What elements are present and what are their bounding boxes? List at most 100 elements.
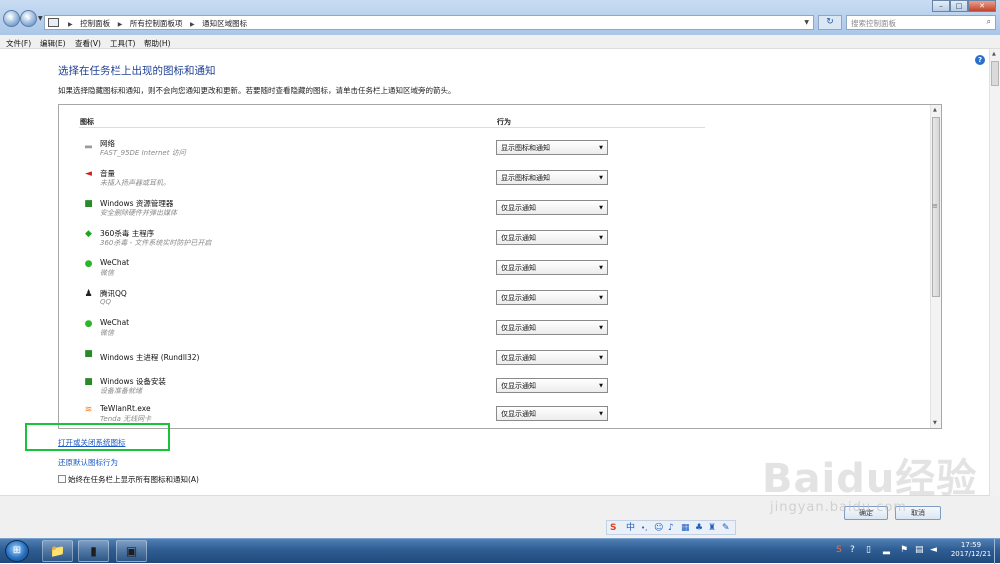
chevron-down-icon: ▼ (599, 235, 603, 241)
sogou-icon[interactable]: S (610, 522, 616, 534)
item-name: WeChat (100, 258, 130, 267)
menu-file[interactable]: 文件(F) (6, 38, 31, 49)
item-description: FAST_95DE Internet 访问 (100, 149, 186, 157)
history-dropdown-icon[interactable]: ▼ (38, 15, 43, 22)
page-title: 选择在任务栏上出现的图标和通知 (58, 65, 216, 77)
control-panel-taskbar-icon[interactable]: ▣ (116, 540, 147, 562)
breadcrumb-notification-icons[interactable]: 通知区域图标 (202, 19, 247, 28)
chevron-right-icon[interactable]: ▶ (118, 21, 123, 28)
network-tray-icon[interactable]: ▂ (883, 545, 890, 556)
page-scrollbar[interactable]: ▲ (989, 49, 1000, 504)
sogou-tray-icon[interactable]: S (836, 545, 842, 556)
scroll-grip-icon: ≡ (932, 202, 938, 210)
menu-view[interactable]: 查看(V) (75, 38, 101, 49)
safely-remove-icon: ■ (84, 199, 93, 209)
explorer-taskbar-icon[interactable]: 📁 (42, 540, 73, 562)
behavior-dropdown[interactable]: 仅显示通知 ▼ (496, 290, 608, 305)
scroll-up-icon[interactable]: ▲ (933, 107, 937, 113)
security-tray-icon[interactable]: ⚑ (900, 545, 908, 556)
address-dropdown-icon[interactable]: ▼ (804, 19, 809, 26)
maximize-button[interactable]: □ (950, 0, 968, 12)
volume-tray-icon[interactable]: ◄ (930, 545, 937, 556)
menu-help[interactable]: 帮助(H) (144, 38, 171, 49)
baidu-watermark-url: jingyan.baidu.com (770, 500, 907, 515)
baidu-watermark: Baidu经验 (762, 456, 978, 502)
refresh-button[interactable]: ↻ (818, 15, 842, 30)
help-tray-icon[interactable]: ? (850, 545, 855, 556)
taskbar: ⊞ 📁 ▮ ▣ S ? ▯ ▂ ⚑ ▤ ◄ 17:59 2017/12/21 (0, 538, 1000, 564)
scroll-up-icon[interactable]: ▲ (992, 51, 996, 57)
close-button[interactable]: ✕ (968, 0, 996, 12)
chevron-down-icon: ▼ (599, 355, 603, 361)
behavior-value: 仅显示通知 (501, 204, 536, 212)
behavior-dropdown[interactable]: 显示图标和通知 ▼ (496, 140, 608, 155)
restore-defaults-link[interactable]: 还原默认图标行为 (58, 457, 118, 468)
ime-chinese-mode-icon[interactable]: 中 (626, 522, 635, 534)
menu-edit[interactable]: 编辑(E) (40, 38, 66, 49)
minimize-button[interactable]: – (932, 0, 950, 12)
microphone-icon[interactable]: ♪ (668, 522, 674, 534)
skin-icon[interactable]: ♜ (708, 522, 716, 534)
behavior-dropdown[interactable]: 仅显示通知 ▼ (496, 200, 608, 215)
always-show-label[interactable]: 始终在任务栏上显示所有图标和通知(A) (68, 474, 199, 485)
behavior-value: 仅显示通知 (501, 410, 536, 418)
behavior-value: 仅显示通知 (501, 382, 536, 390)
start-button[interactable]: ⊞ (5, 540, 29, 562)
scroll-down-icon[interactable]: ▼ (933, 420, 937, 426)
network-icon: ▂ (85, 139, 92, 149)
list-item: ♟ 腾讯QQ QQ 仅显示通知 ▼ (79, 285, 639, 313)
computer-taskbar-icon[interactable]: ▮ (78, 540, 109, 562)
toolbox-icon[interactable]: ♣ (695, 522, 703, 534)
ime-toolbar: S 中 •, ☺ ♪ ▦ ♣ ♜ ✎ (606, 520, 736, 535)
behavior-dropdown[interactable]: 仅显示通知 ▼ (496, 260, 608, 275)
page-description: 如果选择隐藏图标和通知，则不会向您通知更改和更新。若要随时查看隐藏的图标，请单击… (58, 86, 456, 95)
wechat-icon: ● (84, 259, 93, 269)
behavior-dropdown[interactable]: 仅显示通知 ▼ (496, 320, 608, 335)
column-header-icons: 图标 (80, 118, 94, 126)
title-bar: ‹ › ▼ ▶ 控制面板 ▶ 所有控制面板项 ▶ 通知区域图标 ▼ ↻ 搜索控制… (0, 0, 1000, 35)
search-icon[interactable]: ⌕ (987, 17, 991, 27)
wrench-icon[interactable]: ✎ (722, 522, 730, 534)
rundll-icon: ■ (84, 349, 93, 359)
chevron-down-icon: ▼ (599, 145, 603, 151)
chevron-down-icon: ▼ (599, 295, 603, 301)
back-button[interactable]: ‹ (3, 10, 20, 27)
behavior-dropdown[interactable]: 仅显示通知 ▼ (496, 350, 608, 365)
breadcrumb-control-panel[interactable]: 控制面板 (80, 19, 110, 28)
column-header: 图标 行为 (79, 116, 705, 128)
column-header-behavior: 行为 (497, 118, 511, 126)
chevron-right-icon[interactable]: ▶ (190, 21, 195, 28)
behavior-dropdown[interactable]: 仅显示通知 ▼ (496, 406, 608, 421)
breadcrumb-all-items[interactable]: 所有控制面板项 (130, 19, 183, 28)
toggle-system-icons-link[interactable]: 打开或关闭系统图标 (58, 437, 126, 448)
page-scrollbar-thumb[interactable] (991, 61, 999, 86)
behavior-dropdown[interactable]: 仅显示通知 ▼ (496, 378, 608, 393)
help-icon[interactable]: ? (975, 55, 985, 65)
item-description: 设备准备就绪 (100, 387, 142, 395)
network-status-tray-icon[interactable]: ▤ (915, 545, 924, 556)
behavior-value: 仅显示通知 (501, 294, 536, 302)
emoji-icon[interactable]: ☺ (654, 522, 663, 534)
punctuation-icon[interactable]: •, (641, 522, 647, 534)
control-panel-icon (48, 18, 59, 27)
safely-remove-tray-icon[interactable]: ▯ (866, 545, 871, 556)
keyboard-icon[interactable]: ▦ (681, 522, 690, 534)
address-bar[interactable]: ▶ 控制面板 ▶ 所有控制面板项 ▶ 通知区域图标 ▼ (44, 15, 814, 30)
menu-tools[interactable]: 工具(T) (110, 38, 135, 49)
list-scrollbar[interactable]: ▲ ≡ ▼ (930, 105, 941, 428)
wifi-icon: ≋ (84, 405, 93, 415)
search-input[interactable]: 搜索控制面板 ⌕ (846, 15, 996, 30)
behavior-dropdown[interactable]: 仅显示通知 ▼ (496, 230, 608, 245)
always-show-checkbox[interactable] (58, 475, 66, 483)
list-item: ▂ 网络 FAST_95DE Internet 访问 显示图标和通知 ▼ (79, 135, 639, 163)
show-desktop-button[interactable] (994, 539, 1000, 564)
clock[interactable]: 17:59 2017/12/21 (944, 541, 998, 559)
item-name: Windows 主进程 (Rundll32) (100, 353, 200, 362)
search-placeholder: 搜索控制面板 (851, 19, 896, 28)
forward-button[interactable]: › (20, 10, 37, 27)
list-item: ◄ 音量 未插入扬声器或耳机。 显示图标和通知 ▼ (79, 165, 639, 193)
clock-date: 2017/12/21 (950, 550, 992, 558)
menu-bar: 文件(F) 编辑(E) 查看(V) 工具(T) 帮助(H) (0, 35, 1000, 49)
behavior-dropdown[interactable]: 显示图标和通知 ▼ (496, 170, 608, 185)
qq-icon: ♟ (84, 289, 93, 299)
